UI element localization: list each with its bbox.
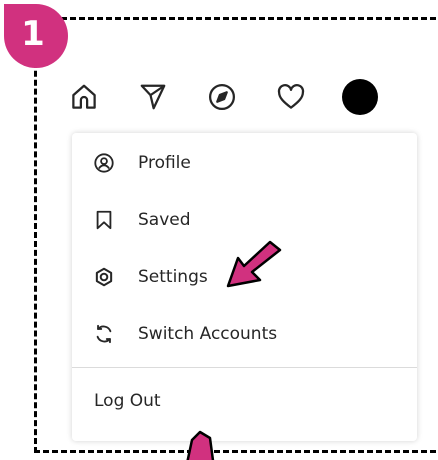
avatar [342, 79, 378, 115]
logout-label: Log Out [94, 391, 161, 411]
step-number: 1 [21, 14, 45, 54]
menu-item-label: Saved [138, 210, 191, 230]
annotation-arrow-icon [226, 240, 282, 288]
menu-item-logout[interactable]: Log Out [72, 373, 417, 429]
activity-heart-icon[interactable] [273, 79, 309, 115]
menu-item-switch-accounts[interactable]: Switch Accounts [72, 306, 417, 362]
tutorial-screenshot: 1 Profile Saved Settings Switch Accounts… [0, 0, 438, 460]
profile-icon [92, 151, 116, 175]
switch-accounts-icon [92, 322, 116, 346]
direct-send-icon[interactable] [135, 79, 171, 115]
home-icon[interactable] [66, 79, 102, 115]
menu-item-profile[interactable]: Profile [72, 135, 417, 191]
menu-item-label: Switch Accounts [138, 324, 278, 344]
explore-compass-icon[interactable] [204, 79, 240, 115]
menu-divider [72, 367, 417, 368]
top-nav-bar [66, 70, 406, 124]
annotation-arrow-icon [186, 430, 215, 460]
step-badge: 1 [4, 4, 68, 68]
profile-avatar-button[interactable] [342, 79, 378, 115]
bookmark-icon [92, 208, 116, 232]
settings-gear-icon [92, 265, 116, 289]
menu-item-label: Settings [138, 267, 208, 287]
menu-item-label: Profile [138, 153, 191, 173]
